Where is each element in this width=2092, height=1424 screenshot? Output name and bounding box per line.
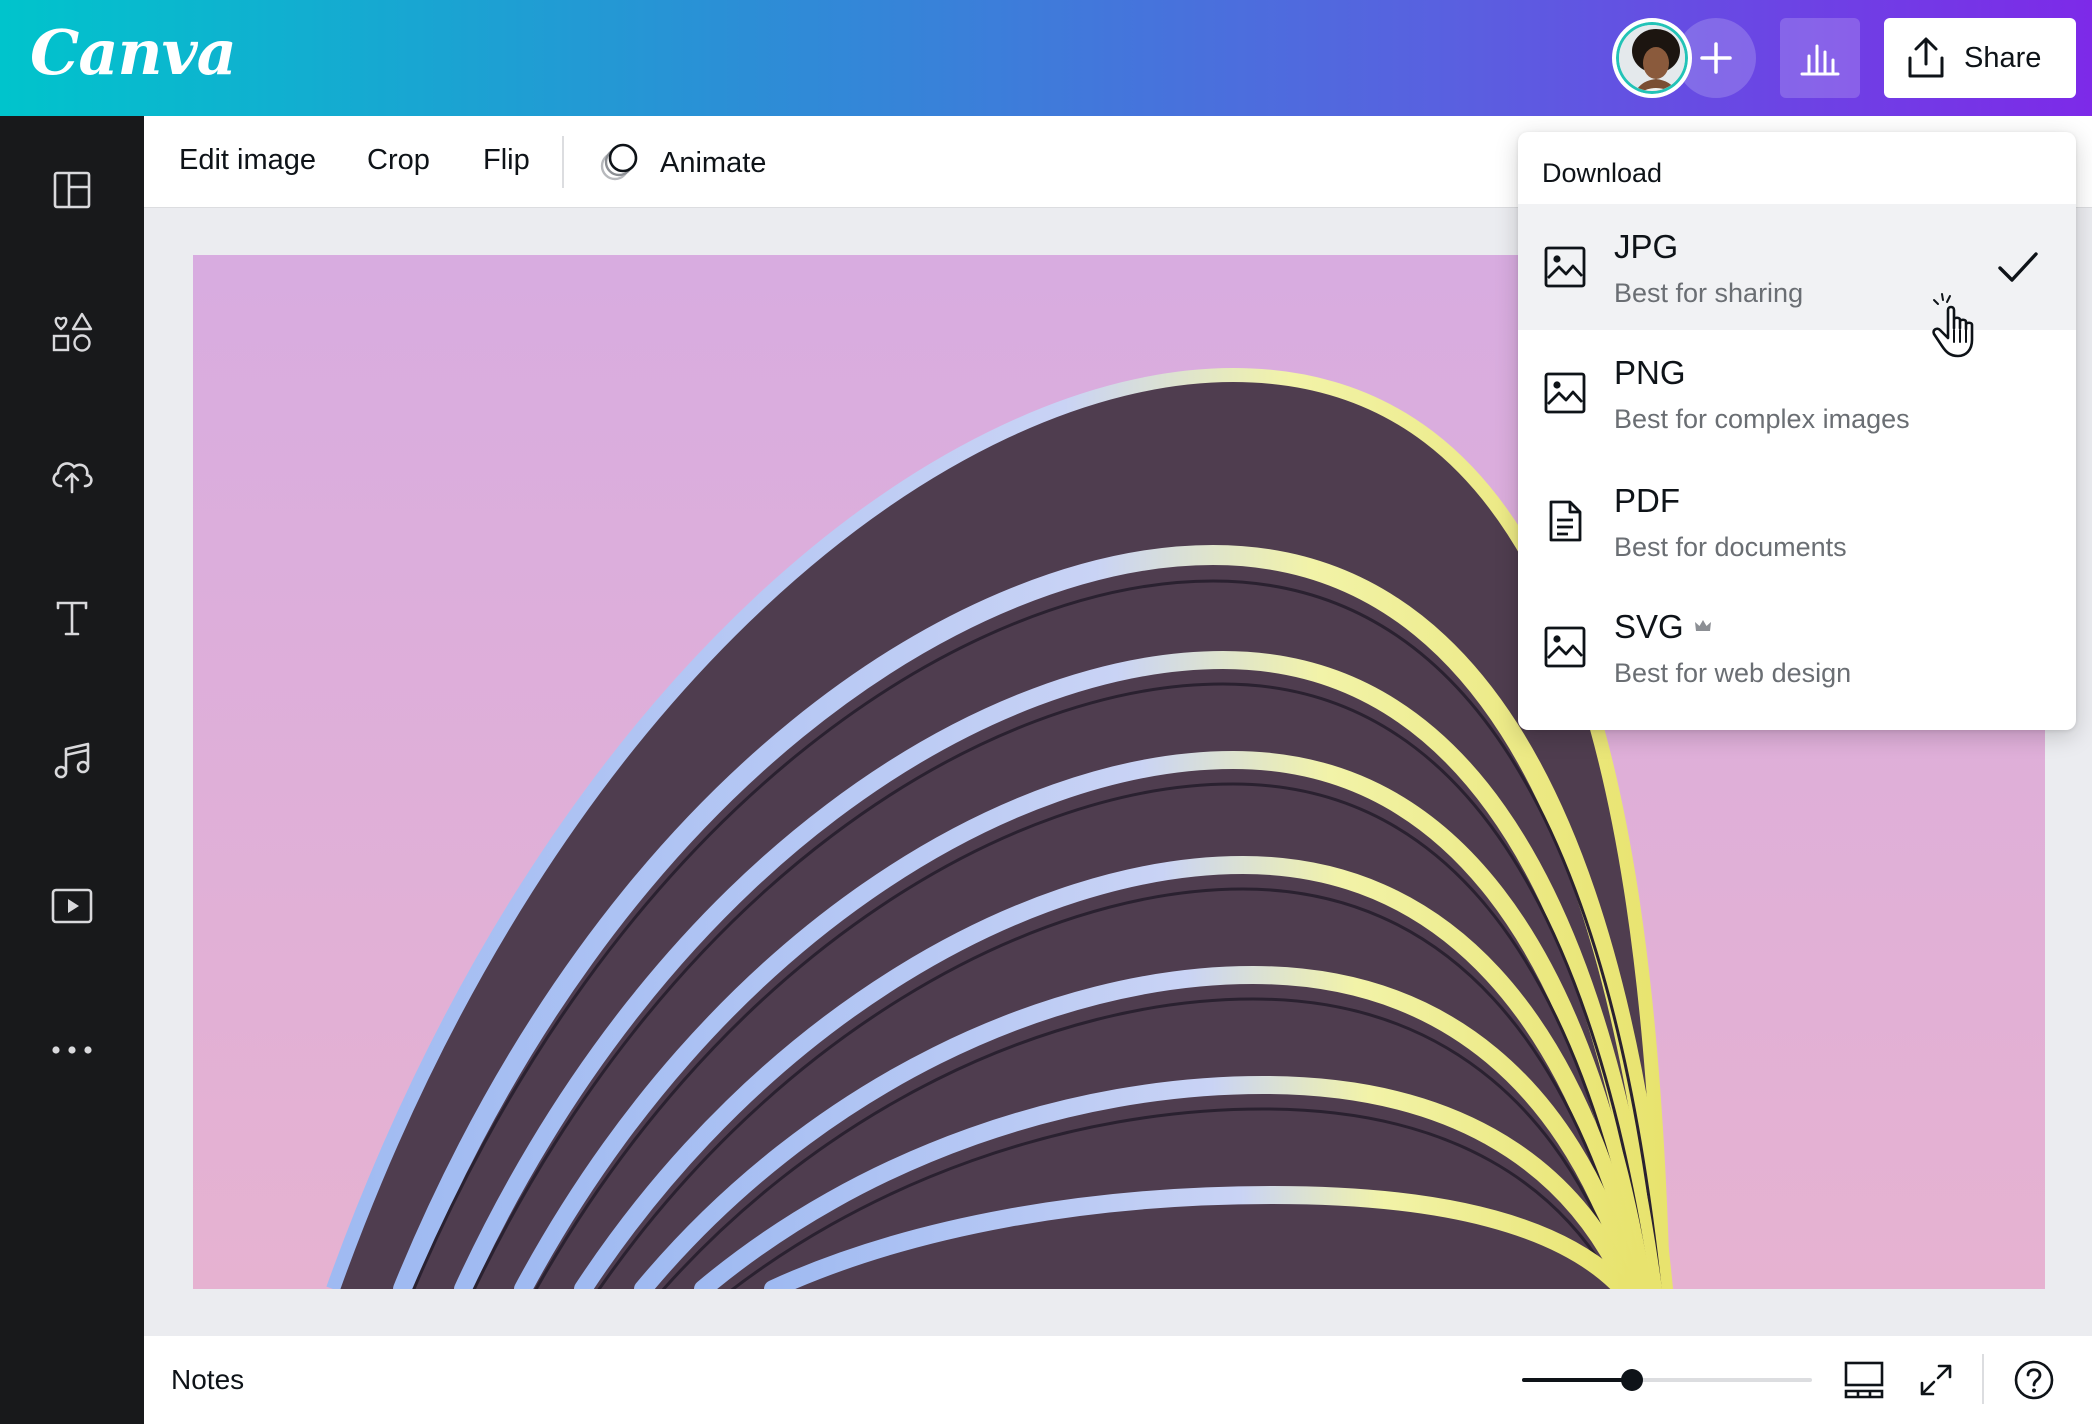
insights-button[interactable]: [1780, 18, 1860, 98]
footer-divider: [1982, 1354, 1984, 1404]
sidebar-item-text[interactable]: [44, 590, 100, 646]
help-question-icon: [2013, 1359, 2055, 1401]
share-button[interactable]: Share: [1884, 18, 2076, 98]
download-option-label: PNG: [1614, 354, 1686, 392]
sidebar-item-elements[interactable]: [44, 304, 100, 360]
image-icon: [1544, 246, 1586, 288]
download-menu-title: Download: [1542, 158, 1662, 189]
download-option-description: Best for documents: [1614, 532, 1847, 563]
animate-label: Animate: [660, 147, 766, 180]
top-bar: Canva Share: [0, 0, 2092, 116]
download-option-label: SVG: [1614, 608, 1684, 645]
download-option-svg[interactable]: SVG Best for web design: [1518, 584, 2076, 710]
more-dots-icon: [51, 1045, 93, 1055]
flip-button[interactable]: Flip: [483, 144, 530, 177]
elements-icon: [50, 310, 94, 354]
video-play-icon: [51, 888, 93, 924]
zoom-slider-thumb[interactable]: [1621, 1369, 1643, 1391]
sidebar-item-more[interactable]: [44, 1022, 100, 1078]
notes-button[interactable]: Notes: [171, 1364, 244, 1396]
download-option-label: PDF: [1614, 482, 1680, 520]
expand-icon: [1918, 1362, 1954, 1398]
download-option-pdf[interactable]: PDF Best for documents: [1518, 458, 2076, 584]
upload-cloud-icon: [49, 454, 95, 494]
download-option-label-wrap: SVG: [1614, 608, 1712, 646]
toolbar-divider: [562, 136, 564, 188]
animate-icon: [598, 142, 640, 184]
animate-button[interactable]: Animate: [598, 138, 766, 188]
sidebar-item-uploads[interactable]: [44, 446, 100, 502]
text-icon: [52, 598, 92, 638]
download-menu: Download JPG Best for sharing PNG Best f…: [1518, 132, 2076, 730]
image-icon: [1544, 626, 1586, 668]
checkmark-icon: [1996, 250, 2040, 286]
document-icon: [1544, 500, 1586, 542]
premium-crown-icon: [1694, 618, 1712, 634]
sidebar-item-video[interactable]: [44, 878, 100, 934]
zoom-slider[interactable]: [1522, 1378, 1812, 1382]
crop-button[interactable]: Crop: [367, 144, 430, 177]
footer-bar: Notes: [144, 1336, 2092, 1424]
download-option-label: JPG: [1614, 228, 1678, 266]
share-label: Share: [1964, 42, 2041, 75]
bar-chart-icon: [1798, 36, 1842, 80]
fullscreen-button[interactable]: [1912, 1356, 1960, 1404]
download-option-description: Best for complex images: [1614, 404, 1910, 435]
download-option-png[interactable]: PNG Best for complex images: [1518, 330, 2076, 456]
sidebar-item-audio[interactable]: [44, 732, 100, 788]
share-upload-icon: [1906, 36, 1946, 80]
help-button[interactable]: [2010, 1356, 2058, 1404]
avatar[interactable]: [1612, 18, 1692, 98]
canva-logo[interactable]: Canva: [30, 16, 236, 89]
download-option-description: Best for web design: [1614, 658, 1851, 689]
music-note-icon: [51, 739, 93, 781]
page-view-button[interactable]: [1840, 1356, 1888, 1404]
layout-icon: [52, 170, 92, 210]
image-icon: [1544, 372, 1586, 414]
sidebar-item-templates[interactable]: [44, 162, 100, 218]
grid-view-icon: [1844, 1361, 1884, 1399]
download-option-jpg[interactable]: JPG Best for sharing: [1518, 204, 2076, 330]
zoom-slider-fill: [1522, 1378, 1632, 1382]
edit-image-button[interactable]: Edit image: [179, 144, 316, 177]
user-portrait: [1619, 25, 1688, 94]
download-option-description: Best for sharing: [1614, 278, 1803, 309]
plus-icon: [1696, 38, 1736, 78]
hand-pointer-cursor-icon: [1928, 290, 1984, 360]
sidebar: [0, 116, 144, 1424]
